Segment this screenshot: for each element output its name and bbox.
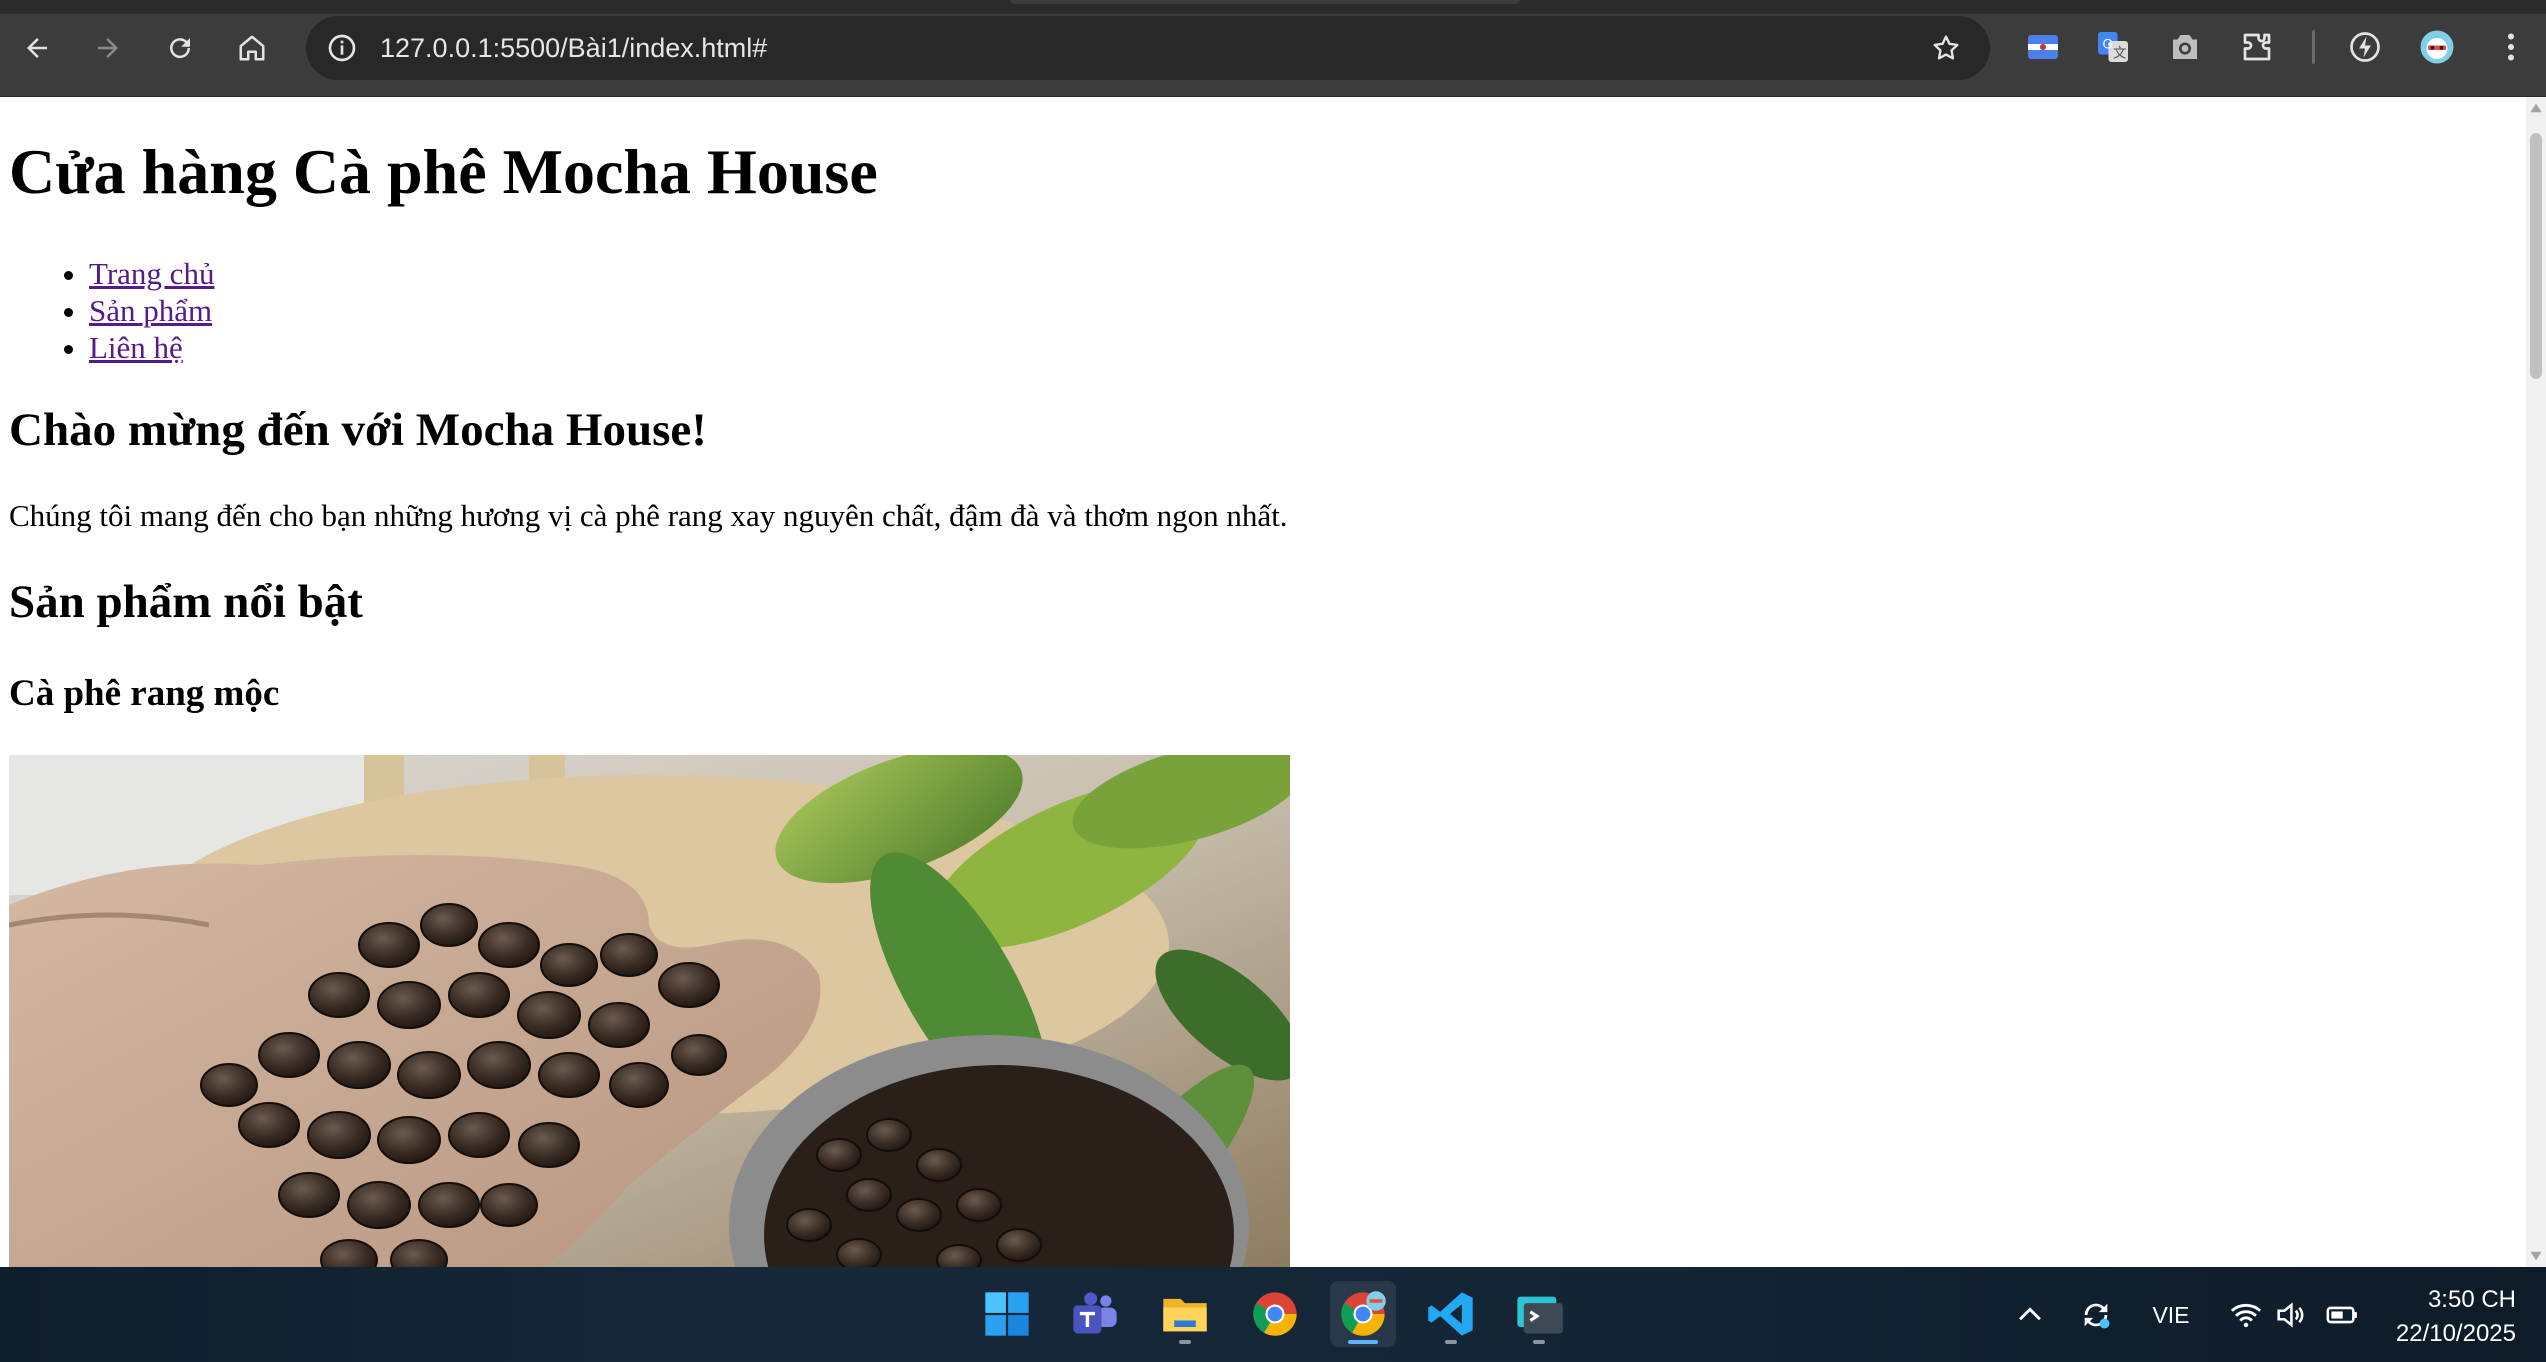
battery-status[interactable] <box>2322 1293 2362 1337</box>
arrow-right-icon <box>98 38 118 58</box>
extension-button-translate[interactable]: G文 <box>2092 26 2134 68</box>
browser-menu-button[interactable] <box>2490 26 2532 68</box>
chrome-icon <box>1253 1292 1297 1336</box>
taskbar-terminal[interactable] <box>1506 1281 1572 1347</box>
site-info-icon[interactable] <box>326 32 358 64</box>
url-text[interactable]: 127.0.0.1:5500/Bài1/index.html# <box>380 16 767 80</box>
chevron-up-icon <box>2019 1307 2041 1321</box>
reload-icon <box>170 38 191 59</box>
taskbar-file-explorer[interactable] <box>1152 1281 1218 1347</box>
scrollbar-thumb[interactable] <box>2530 133 2542 379</box>
home-button[interactable] <box>229 25 275 71</box>
page-scrollbar[interactable] <box>2526 97 2546 1267</box>
file-explorer-icon <box>1163 1298 1207 1332</box>
svg-text:文: 文 <box>2113 46 2127 61</box>
nav-link-contact[interactable]: Liên hệ <box>89 330 183 365</box>
input-language-indicator[interactable]: VIE <box>2146 1293 2196 1337</box>
google-translate-icon: G文 <box>2098 32 2128 62</box>
show-hidden-icons-button[interactable] <box>2010 1293 2050 1337</box>
reload-button[interactable] <box>157 25 203 71</box>
taskbar-clock[interactable]: 3:50 CH 22/10/2025 <box>2396 1283 2516 1351</box>
nav-item: Trang chủ <box>89 255 214 292</box>
scroll-up-arrow-icon[interactable] <box>2529 101 2543 115</box>
browser-toolbar: 127.0.0.1:5500/Bài1/index.html# G文 <box>0 0 2546 97</box>
back-button[interactable] <box>14 25 60 71</box>
arrow-left-icon <box>27 38 47 58</box>
nav-item: Liên hệ <box>89 329 214 366</box>
active-window-indicator <box>1348 1340 1378 1344</box>
vscode-icon <box>1428 1292 1473 1336</box>
more-vertical-icon <box>2508 33 2514 61</box>
windows-taskbar: VIE 3:50 CH 22/10/2025 <box>0 1267 2546 1362</box>
product-image <box>9 755 1290 1267</box>
performance-button[interactable] <box>2344 26 2386 68</box>
sync-status-button[interactable] <box>2074 1293 2118 1337</box>
toolbar-separator <box>2312 30 2315 64</box>
volume-status[interactable] <box>2270 1293 2310 1337</box>
web-page: Cửa hàng Cà phê Mocha House Trang chủ Sả… <box>0 97 2526 1267</box>
battery-icon <box>2326 1306 2357 1324</box>
lightning-icon <box>2350 32 2380 62</box>
start-button[interactable] <box>974 1281 1040 1347</box>
extension-button-1[interactable] <box>2022 26 2064 68</box>
profile-avatar-button[interactable] <box>2416 26 2458 68</box>
bookmark-star-icon[interactable] <box>1930 32 1962 64</box>
nav-item: Sản phẩm <box>89 292 214 329</box>
camera-icon <box>2173 35 2197 59</box>
page-title: Cửa hàng Cà phê Mocha House <box>9 136 878 207</box>
welcome-paragraph: Chúng tôi mang đến cho bạn những hương v… <box>9 498 1288 533</box>
puzzle-icon <box>2243 33 2271 61</box>
featured-heading: Sản phẩm nổi bật <box>9 576 363 628</box>
welcome-heading: Chào mừng đến với Mocha House! <box>9 404 707 456</box>
speaker-icon <box>2277 1302 2304 1328</box>
chrome-profile-icon <box>1341 1291 1386 1336</box>
extension-card-icon <box>2028 35 2058 59</box>
forward-button[interactable] <box>85 25 131 71</box>
teams-icon <box>1073 1292 1117 1334</box>
clock-date: 22/10/2025 <box>2395 1320 2516 1347</box>
wifi-status[interactable] <box>2226 1293 2266 1337</box>
clock-time: 3:50 CH <box>2427 1286 2516 1313</box>
nav-link-home[interactable]: Trang chủ <box>89 256 214 291</box>
taskbar-teams[interactable] <box>1062 1281 1128 1347</box>
active-tab-edge[interactable] <box>1010 0 1520 4</box>
terminal-icon <box>1517 1296 1563 1334</box>
windows-start-icon <box>985 1292 1029 1336</box>
taskbar-vscode[interactable] <box>1418 1281 1484 1347</box>
sync-icon <box>2084 1303 2110 1329</box>
extension-button-screenshot[interactable] <box>2164 26 2206 68</box>
taskbar-chrome-profile[interactable] <box>1330 1281 1396 1347</box>
coffee-beans-photo <box>9 755 1290 1267</box>
tab-strip <box>0 0 2546 14</box>
svg-text:G: G <box>2103 37 2114 52</box>
product-name: Cà phê rang mộc <box>9 673 280 714</box>
extensions-menu-button[interactable] <box>2236 26 2278 68</box>
profile-avatar-icon <box>2420 30 2454 64</box>
running-indicator <box>1533 1340 1545 1344</box>
site-nav: Trang chủ Sản phẩm Liên hệ <box>0 255 214 366</box>
running-indicator <box>1445 1340 1457 1344</box>
running-indicator <box>1179 1340 1191 1344</box>
home-icon <box>239 35 265 61</box>
nav-link-products[interactable]: Sản phẩm <box>89 293 212 328</box>
taskbar-chrome[interactable] <box>1242 1281 1308 1347</box>
address-bar[interactable]: 127.0.0.1:5500/Bài1/index.html# <box>306 16 1990 80</box>
scroll-down-arrow-icon[interactable] <box>2529 1249 2543 1263</box>
wifi-icon <box>2230 1303 2262 1328</box>
